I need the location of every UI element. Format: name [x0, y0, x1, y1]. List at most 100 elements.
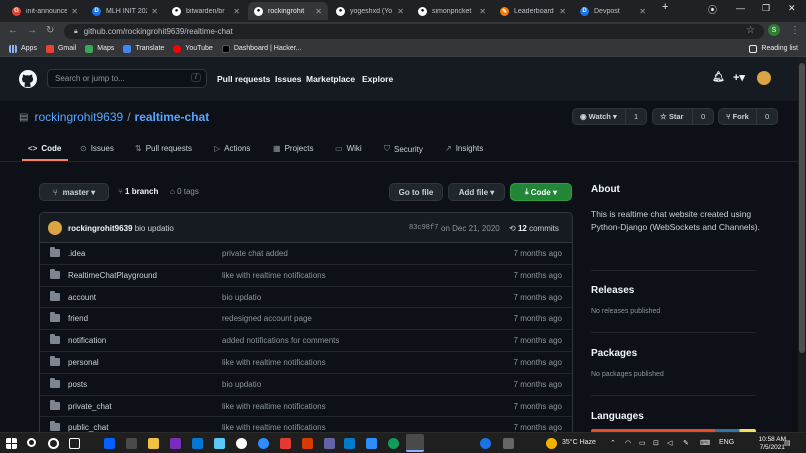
go-to-file-button[interactable]: Go to file: [389, 183, 443, 201]
file-explorer-icon[interactable]: [148, 438, 159, 449]
file-name[interactable]: notification: [68, 336, 106, 345]
file-row[interactable]: notification added notifications for comm…: [40, 330, 572, 352]
file-row[interactable]: .idea private chat added 7 months ago: [40, 243, 572, 265]
avatar[interactable]: [48, 221, 62, 235]
commits-link[interactable]: ⟲ 12 commits: [509, 224, 559, 233]
tab-pull-requests[interactable]: ⇅ Pull requests: [135, 144, 192, 153]
volume-icon[interactable]: ◁: [667, 439, 672, 447]
file-row[interactable]: posts bio updatio 7 months ago: [40, 374, 572, 396]
branch-select-button[interactable]: ⑂ master ▾: [39, 183, 109, 201]
search-icon[interactable]: [27, 438, 36, 447]
new-tab-button[interactable]: +: [662, 1, 668, 13]
file-name[interactable]: RealtimeChatPlayground: [68, 271, 157, 280]
menu-kebab-icon[interactable]: ⋮: [790, 25, 800, 36]
tab-code[interactable]: <> Code: [28, 144, 61, 153]
nav-pull-requests[interactable]: Pull requests: [217, 74, 270, 84]
chrome-active-icon[interactable]: [406, 434, 424, 452]
file-commit-message[interactable]: like with realtime notifications: [222, 358, 326, 367]
task-view-icon[interactable]: [69, 438, 80, 449]
browser-tab[interactable]: ● simonpricket ✕: [412, 2, 492, 20]
office-icon[interactable]: [302, 438, 313, 449]
tab-actions[interactable]: ▷ Actions: [214, 144, 250, 153]
file-row[interactable]: RealtimeChatPlayground like with realtime…: [40, 265, 572, 287]
close-icon[interactable]: ✕: [639, 7, 646, 16]
tags-link[interactable]: ⌂ 0 tags: [170, 187, 199, 196]
packages-heading[interactable]: Packages: [591, 348, 637, 359]
bell-icon[interactable]: 🔔︎: [712, 72, 725, 83]
chrome-taskbar-icon[interactable]: [236, 438, 247, 449]
browser-tab[interactable]: D MLH INIT 202 ✕: [86, 2, 164, 20]
close-icon[interactable]: ✕: [233, 7, 240, 16]
close-icon[interactable]: ✕: [71, 7, 78, 16]
user-avatar[interactable]: [757, 71, 771, 85]
fork-button[interactable]: ⑂ Fork 0: [718, 108, 779, 125]
browser-tab-active[interactable]: ● rockingrohit ✕: [248, 2, 328, 20]
page-scrollbar[interactable]: [798, 57, 806, 432]
mail-icon[interactable]: [192, 438, 203, 449]
file-commit-message[interactable]: redesigned account page: [222, 314, 312, 323]
bookmark-youtube[interactable]: YouTube: [173, 44, 213, 53]
plus-dropdown-icon[interactable]: +▾: [733, 71, 745, 84]
bookmark-gmail[interactable]: Gmail: [45, 44, 76, 53]
reload-icon[interactable]: ↻: [46, 25, 54, 36]
file-commit-message[interactable]: private chat added: [222, 249, 288, 258]
file-name[interactable]: account: [68, 293, 96, 302]
browser-tab[interactable]: ✎ Leaderboard ✕: [494, 2, 572, 20]
bookmark-translate[interactable]: Translate: [123, 44, 164, 53]
wifi-icon[interactable]: ◠: [625, 439, 631, 447]
file-commit-message[interactable]: like with realtime notifications: [222, 271, 326, 280]
file-commit-message[interactable]: bio updatio: [222, 380, 261, 389]
zoom-icon[interactable]: [258, 438, 269, 449]
app-icon[interactable]: [366, 438, 377, 449]
tray-chevron-icon[interactable]: ⌃: [610, 439, 616, 447]
file-name[interactable]: friend: [68, 314, 88, 323]
close-icon[interactable]: ✕: [151, 7, 158, 16]
file-name[interactable]: private_chat: [68, 402, 112, 411]
close-icon[interactable]: ✕: [559, 7, 566, 16]
teams-icon[interactable]: [324, 438, 335, 449]
vscode-icon[interactable]: [344, 438, 355, 449]
dropbox-icon[interactable]: [104, 438, 115, 449]
network-icon[interactable]: ⊡: [653, 439, 659, 447]
repo-name-link[interactable]: realtime-chat: [135, 110, 210, 124]
back-icon[interactable]: ←: [8, 25, 18, 36]
battery-icon[interactable]: ▭: [639, 439, 646, 447]
restore-icon[interactable]: ❐: [762, 3, 770, 14]
tab-insights[interactable]: ↗ Insights: [445, 144, 483, 153]
tab-issues[interactable]: ⊙ Issues: [80, 144, 114, 153]
url-omnibox[interactable]: 🔒︎ github.com/rockingrohit9639/realtime-…: [64, 24, 764, 39]
system-clock[interactable]: 10:58 AM 7/5/2021: [759, 436, 786, 452]
app-icon[interactable]: [170, 438, 181, 449]
code-dropdown-button[interactable]: ⤓ Code ▾: [510, 183, 572, 201]
github-logo-icon[interactable]: [19, 70, 37, 88]
app-icon[interactable]: [214, 438, 225, 449]
cortana-icon[interactable]: [48, 438, 59, 449]
weather-text[interactable]: 35°C Haze: [562, 439, 596, 446]
pen-icon[interactable]: ✎: [683, 439, 689, 447]
close-icon[interactable]: ✕: [315, 7, 322, 16]
browser-tab[interactable]: ● bitwarden/br ✕: [166, 2, 246, 20]
add-file-button[interactable]: Add file ▾: [448, 183, 505, 201]
bookmark-dashboard[interactable]: Dashboard | Hacker...: [221, 44, 301, 53]
tab-search-icon[interactable]: ⦿: [708, 3, 717, 16]
nav-explore[interactable]: Explore: [362, 74, 393, 84]
file-name[interactable]: .idea: [68, 249, 85, 258]
commit-message[interactable]: bio updatio: [135, 224, 174, 233]
file-row[interactable]: account bio updatio 7 months ago: [40, 287, 572, 309]
tab-projects[interactable]: ▦ Projects: [273, 144, 313, 153]
file-name[interactable]: personal: [68, 358, 99, 367]
browser-tab[interactable]: D Devpost ✕: [574, 2, 652, 20]
scrollbar-thumb[interactable]: [799, 63, 805, 353]
bookmark-maps[interactable]: Maps: [85, 44, 114, 53]
browser-tab[interactable]: G init-announce ✕: [6, 2, 84, 20]
people-icon[interactable]: [503, 438, 514, 449]
profile-avatar[interactable]: S: [768, 24, 780, 36]
file-commit-message[interactable]: bio updatio: [222, 293, 261, 302]
tab-wiki[interactable]: ▭ Wiki: [335, 144, 362, 153]
windows-start-icon[interactable]: [6, 438, 17, 449]
bookmark-apps[interactable]: Apps: [9, 44, 37, 53]
bookmark-star-icon[interactable]: ☆: [746, 25, 755, 36]
commit-author[interactable]: rockingrohit9639 bio updatio: [68, 224, 174, 233]
input-language[interactable]: ENG: [719, 439, 734, 446]
app-icon[interactable]: [280, 438, 291, 449]
